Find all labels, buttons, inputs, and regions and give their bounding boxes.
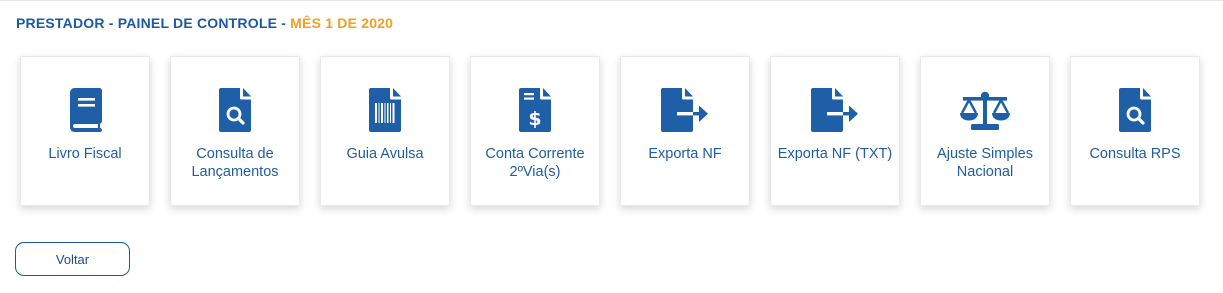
file-export-icon <box>771 87 899 133</box>
page-title-period: MÊS 1 DE 2020 <box>290 15 394 31</box>
back-button[interactable]: Voltar <box>15 242 130 276</box>
control-panel-page: PRESTADOR - PAINEL DE CONTROLE - MÊS 1 D… <box>0 0 1223 293</box>
file-search-icon <box>1071 87 1199 133</box>
book-icon <box>21 87 149 133</box>
page-title-main: PRESTADOR - PAINEL DE CONTROLE - <box>16 15 291 31</box>
balance-scale-icon <box>921 87 1049 133</box>
page-title: PRESTADOR - PAINEL DE CONTROLE - MÊS 1 D… <box>16 15 393 31</box>
card-conta-corrente[interactable]: $ Conta Corrente 2ºVia(s) <box>470 56 600 206</box>
card-label: Ajuste Simples Nacional <box>937 146 1033 180</box>
file-export-icon <box>621 87 749 133</box>
file-barcode-icon <box>321 87 449 133</box>
card-guia-avulsa[interactable]: Guia Avulsa <box>320 56 450 206</box>
card-exporta-nf-txt[interactable]: Exporta NF (TXT) <box>770 56 900 206</box>
svg-text:$: $ <box>528 108 541 130</box>
card-label: Exporta NF <box>648 146 722 162</box>
card-ajuste-simples-nacional[interactable]: Ajuste Simples Nacional <box>920 56 1050 206</box>
card-label: Consulta de Lançamentos <box>191 146 279 180</box>
card-livro-fiscal[interactable]: Livro Fiscal <box>20 56 150 206</box>
card-label: Conta Corrente 2ºVia(s) <box>485 146 585 180</box>
file-dollar-icon: $ <box>471 87 599 133</box>
card-consulta-lancamentos[interactable]: Consulta de Lançamentos <box>170 56 300 206</box>
card-label: Exporta NF (TXT) <box>777 146 893 162</box>
card-exporta-nf[interactable]: Exporta NF <box>620 56 750 206</box>
action-card-grid: Livro Fiscal Consulta de Lançamentos Gui… <box>20 56 1200 206</box>
card-consulta-rps[interactable]: Consulta RPS <box>1070 56 1200 206</box>
card-label: Livro Fiscal <box>48 146 122 162</box>
file-search-icon <box>171 87 299 133</box>
card-label: Guia Avulsa <box>346 146 424 162</box>
card-label: Consulta RPS <box>1089 146 1181 162</box>
